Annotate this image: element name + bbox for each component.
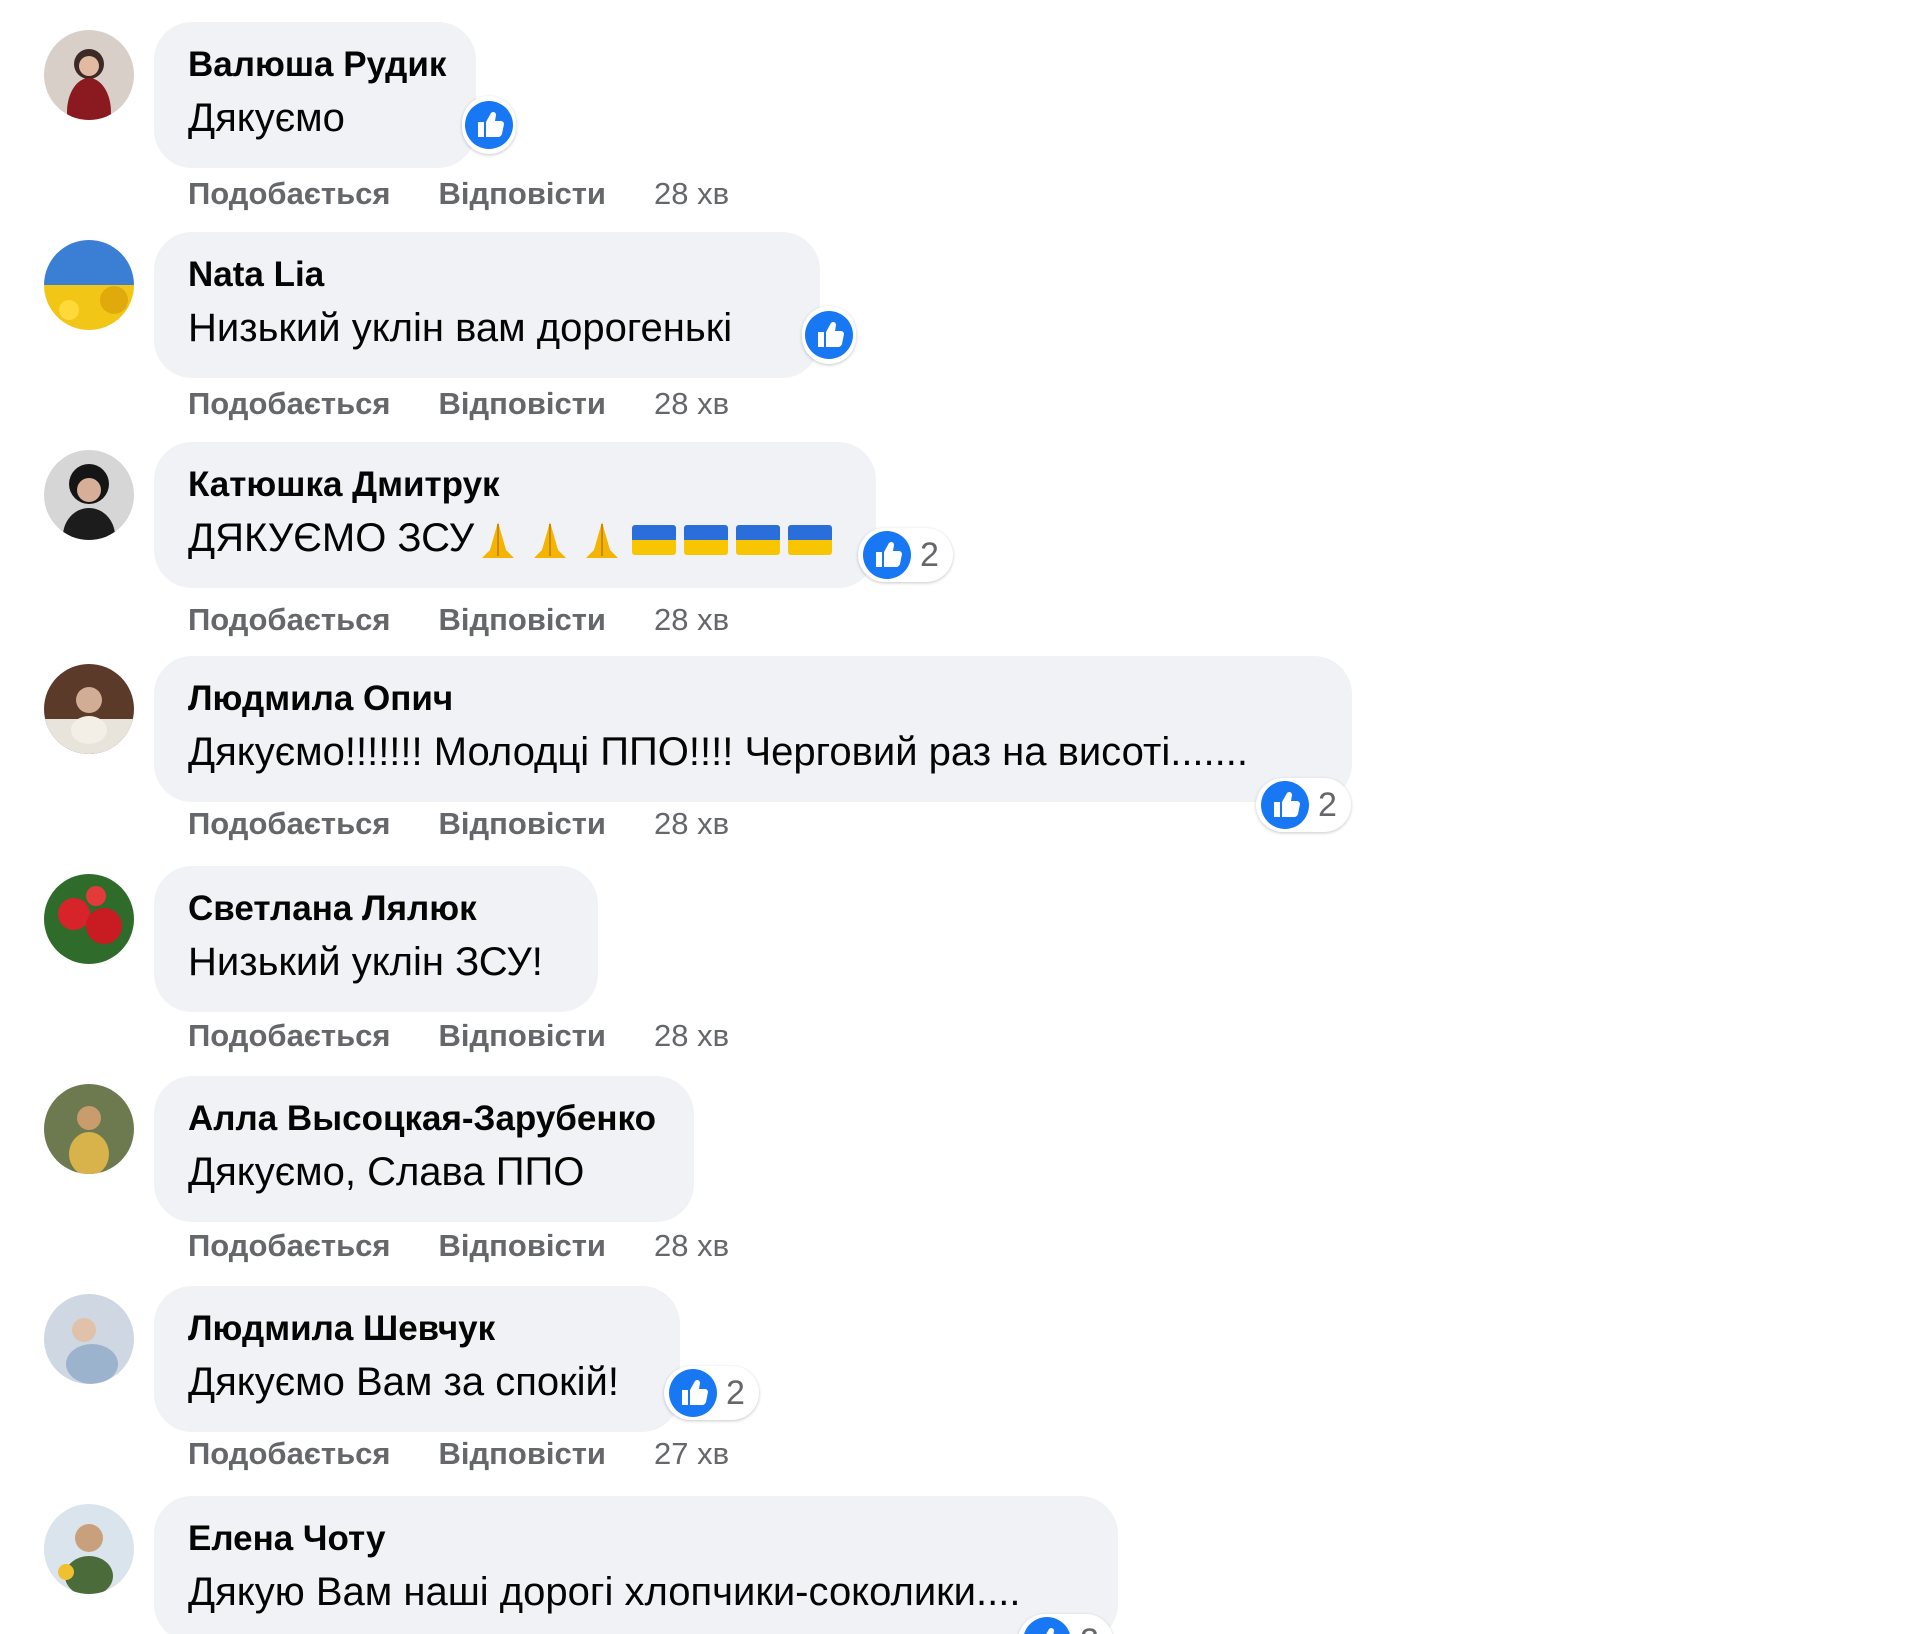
reaction-badge[interactable]: 2 bbox=[858, 528, 953, 582]
comment-author[interactable]: Алла Высоцкая-Зарубенко bbox=[188, 1098, 660, 1140]
comment-text: Дякуємо!!!!!!! Молодці ППО!!!! Черговий … bbox=[188, 730, 1248, 774]
like-icon bbox=[464, 100, 514, 150]
like-link[interactable]: Подобається bbox=[188, 806, 391, 842]
avatar[interactable] bbox=[44, 450, 134, 540]
comment-author[interactable]: Катюшка Дмитрук bbox=[188, 464, 842, 506]
comment-author[interactable]: Елена Чоту bbox=[188, 1518, 1084, 1560]
comment: Елена Чоту Дякую Вам наші дорогі хлопчик… bbox=[0, 1496, 1920, 1634]
comment-author[interactable]: Людмила Опич bbox=[188, 678, 1318, 720]
ukraine-flag-icon bbox=[736, 525, 781, 556]
timestamp[interactable]: 28 хв bbox=[654, 176, 729, 212]
comment-author[interactable]: Nata Lia bbox=[188, 254, 786, 296]
reply-link[interactable]: Відповісти bbox=[439, 1228, 607, 1264]
reply-link[interactable]: Відповісти bbox=[439, 1018, 607, 1054]
comment-bubble: Светлана Лялюк Низький уклін ЗСУ! bbox=[154, 866, 598, 1012]
comment-text: ДЯКУЄМО ЗСУ bbox=[188, 508, 842, 568]
folded-hands-icon bbox=[482, 522, 515, 559]
avatar[interactable] bbox=[44, 874, 134, 964]
timestamp[interactable]: 28 хв bbox=[654, 1018, 729, 1054]
comment: Алла Высоцкая-Зарубенко Дякуємо, Слава П… bbox=[0, 1076, 1920, 1286]
timestamp[interactable]: 28 хв bbox=[654, 602, 729, 638]
folded-hands-icon bbox=[534, 522, 567, 559]
comment-bubble: Елена Чоту Дякую Вам наші дорогі хлопчик… bbox=[154, 1496, 1118, 1634]
reply-link[interactable]: Відповісти bbox=[439, 1436, 607, 1472]
folded-hands-icon bbox=[586, 522, 619, 559]
timestamp[interactable]: 28 хв bbox=[654, 386, 729, 422]
like-link[interactable]: Подобається bbox=[188, 1018, 391, 1054]
comment-bubble: Валюша Рудик Дякуємо bbox=[154, 22, 476, 168]
like-link[interactable]: Подобається bbox=[188, 602, 391, 638]
comment-text: Низький уклін ЗСУ! bbox=[188, 940, 543, 984]
comment: Катюшка Дмитрук ДЯКУЄМО ЗСУ 2 Подобаєтьс… bbox=[0, 442, 1920, 652]
comment-bubble: Людмила Шевчук Дякуємо Вам за спокій! bbox=[154, 1286, 680, 1432]
avatar[interactable] bbox=[44, 30, 134, 120]
comment-text-main: ДЯКУЄМО ЗСУ bbox=[188, 516, 475, 560]
comment-text: Дякуємо Вам за спокій! bbox=[188, 1360, 619, 1404]
comment: Nata Lia Низький уклін вам дорогенькі По… bbox=[0, 232, 1920, 442]
reaction-count: 2 bbox=[1080, 1622, 1099, 1634]
comment-text: Дякуємо bbox=[188, 96, 345, 140]
avatar[interactable] bbox=[44, 1084, 134, 1174]
ukraine-flag-icon bbox=[788, 525, 833, 556]
comment-bubble: Nata Lia Низький уклін вам дорогенькі bbox=[154, 232, 820, 378]
avatar[interactable] bbox=[44, 1294, 134, 1384]
reaction-badge[interactable] bbox=[802, 306, 856, 364]
like-icon bbox=[862, 530, 912, 580]
comment-text: Низький уклін вам дорогенькі bbox=[188, 306, 733, 350]
comment-author[interactable]: Светлана Лялюк bbox=[188, 888, 564, 930]
ukraine-flag-icon bbox=[632, 525, 677, 556]
like-icon bbox=[668, 1368, 718, 1418]
reaction-badge[interactable]: 2 bbox=[1256, 778, 1351, 832]
comment: Людмила Опич Дякуємо!!!!!!! Молодці ППО!… bbox=[0, 656, 1920, 866]
reaction-badge[interactable]: 2 bbox=[664, 1366, 759, 1420]
comment: Валюша Рудик Дякуємо Подобається Відпові… bbox=[0, 22, 1920, 232]
reaction-count: 2 bbox=[920, 535, 939, 574]
comment-actions: Подобається Відповісти 28 хв bbox=[188, 804, 729, 844]
comment-actions: Подобається Відповісти 28 хв bbox=[188, 600, 729, 640]
comment-actions: Подобається Відповісти 28 хв bbox=[188, 1016, 729, 1056]
comment-actions: Подобається Відповісти 27 хв bbox=[188, 1434, 729, 1474]
reply-link[interactable]: Відповісти bbox=[439, 386, 607, 422]
like-link[interactable]: Подобається bbox=[188, 1228, 391, 1264]
comment-text: Дякую Вам наші дорогі хлопчики-соколики.… bbox=[188, 1570, 1021, 1614]
reply-link[interactable]: Відповісти bbox=[439, 176, 607, 212]
like-link[interactable]: Подобається bbox=[188, 1436, 391, 1472]
comment-author[interactable]: Людмила Шевчук bbox=[188, 1308, 646, 1350]
comment-text: Дякуємо, Слава ППО bbox=[188, 1150, 585, 1194]
like-link[interactable]: Подобається bbox=[188, 386, 391, 422]
avatar[interactable] bbox=[44, 240, 134, 330]
comment-author[interactable]: Валюша Рудик bbox=[188, 44, 446, 86]
timestamp[interactable]: 28 хв bbox=[654, 1228, 729, 1264]
reaction-badge[interactable] bbox=[462, 96, 516, 154]
comment-actions: Подобається Відповісти 28 хв bbox=[188, 384, 729, 424]
reaction-badge[interactable]: 2 bbox=[1018, 1614, 1113, 1634]
reaction-count: 2 bbox=[1318, 785, 1337, 824]
comment-actions: Подобається Відповісти 28 хв bbox=[188, 174, 729, 214]
comment-bubble: Людмила Опич Дякуємо!!!!!!! Молодці ППО!… bbox=[154, 656, 1352, 802]
comment: Людмила Шевчук Дякуємо Вам за спокій! 2 … bbox=[0, 1286, 1920, 1496]
reaction-count: 2 bbox=[726, 1373, 745, 1412]
ukraine-flag-icon bbox=[684, 525, 729, 556]
reply-link[interactable]: Відповісти bbox=[439, 806, 607, 842]
like-link[interactable]: Подобається bbox=[188, 176, 391, 212]
emoji-row bbox=[476, 520, 833, 560]
comment-bubble: Алла Высоцкая-Зарубенко Дякуємо, Слава П… bbox=[154, 1076, 694, 1222]
like-icon bbox=[1022, 1616, 1072, 1634]
avatar[interactable] bbox=[44, 1504, 134, 1594]
reply-link[interactable]: Відповісти bbox=[439, 602, 607, 638]
like-icon bbox=[804, 310, 854, 360]
comment-actions: Подобається Відповісти 28 хв bbox=[188, 1226, 729, 1266]
comment: Светлана Лялюк Низький уклін ЗСУ! Подоба… bbox=[0, 866, 1920, 1076]
timestamp[interactable]: 28 хв bbox=[654, 806, 729, 842]
comment-bubble: Катюшка Дмитрук ДЯКУЄМО ЗСУ bbox=[154, 442, 876, 588]
like-icon bbox=[1260, 780, 1310, 830]
avatar[interactable] bbox=[44, 664, 134, 754]
timestamp[interactable]: 27 хв bbox=[654, 1436, 729, 1472]
